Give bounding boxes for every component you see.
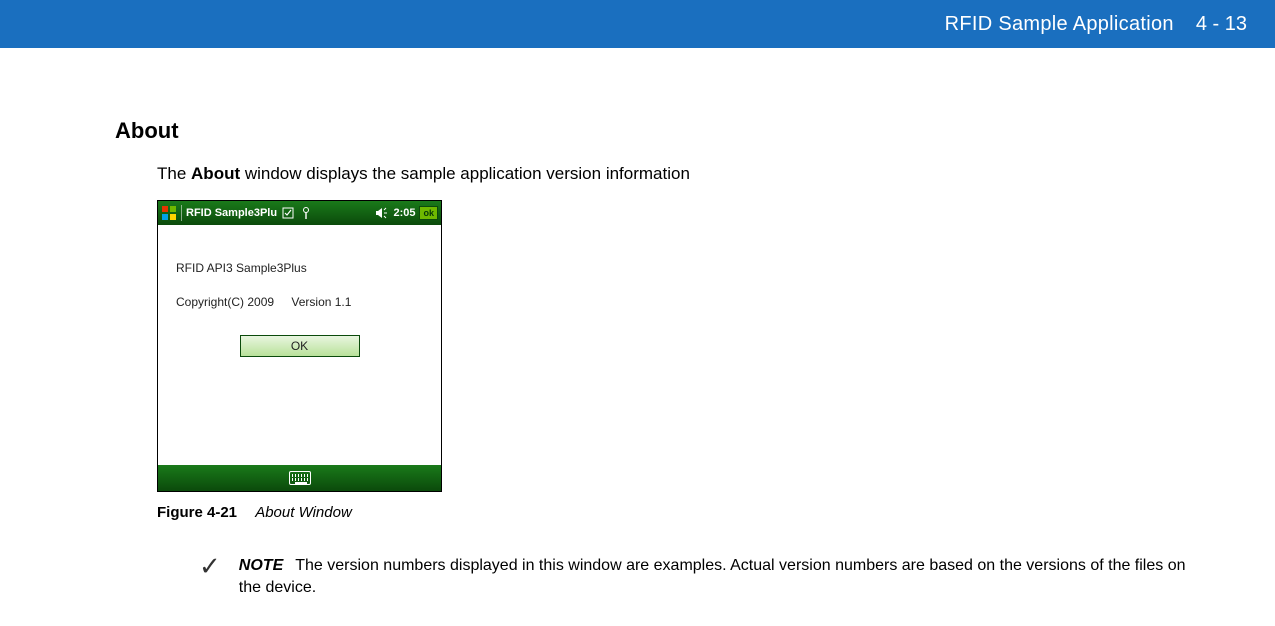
section-heading: About (115, 118, 1275, 144)
note-label: NOTE (239, 557, 283, 574)
figure-number: Figure 4-21 (157, 504, 237, 521)
figure-title: About Window (255, 504, 352, 521)
task-icon (281, 206, 295, 220)
note-text: The version numbers displayed in this wi… (239, 557, 1186, 596)
figure-caption: Figure 4-21 About Window (157, 504, 1275, 521)
note-content: NOTEThe version numbers displayed in thi… (239, 555, 1209, 598)
about-app-name: RFID API3 Sample3Plus (176, 261, 423, 275)
device-titlebar: RFID Sample3Plu 2:05 ok (158, 201, 441, 225)
ok-button[interactable]: OK (240, 335, 360, 357)
signal-icon (299, 206, 313, 220)
device-body: RFID API3 Sample3Plus Copyright(C) 2009 … (158, 225, 441, 465)
device-screenshot: RFID Sample3Plu 2:05 ok RFID API3 Sample… (157, 200, 442, 492)
titlebar-ok-button[interactable]: ok (419, 206, 438, 220)
keyboard-icon[interactable] (289, 471, 311, 485)
intro-prefix: The (157, 164, 191, 183)
titlebar-separator (181, 205, 182, 221)
about-copyright: Copyright(C) 2009 (176, 295, 274, 309)
intro-suffix: window displays the sample application v… (240, 164, 690, 183)
about-copyright-line: Copyright(C) 2009 Version 1.1 (176, 295, 423, 309)
about-version: Version 1.1 (291, 295, 351, 309)
header-page-number: 4 - 13 (1196, 13, 1247, 36)
speaker-icon (375, 206, 389, 220)
page-content: About The About window displays the samp… (0, 48, 1275, 598)
intro-text: The About window displays the sample app… (157, 164, 1275, 184)
page-header: RFID Sample Application 4 - 13 (0, 0, 1275, 48)
windows-logo-icon (161, 205, 177, 221)
device-app-title: RFID Sample3Plu (186, 207, 277, 219)
checkmark-icon: ✓ (199, 553, 221, 579)
intro-bold: About (191, 164, 240, 183)
device-bottombar (158, 465, 441, 491)
header-title: RFID Sample Application (945, 13, 1174, 36)
note-block: ✓ NOTEThe version numbers displayed in t… (199, 555, 1209, 598)
device-clock: 2:05 (393, 207, 415, 219)
